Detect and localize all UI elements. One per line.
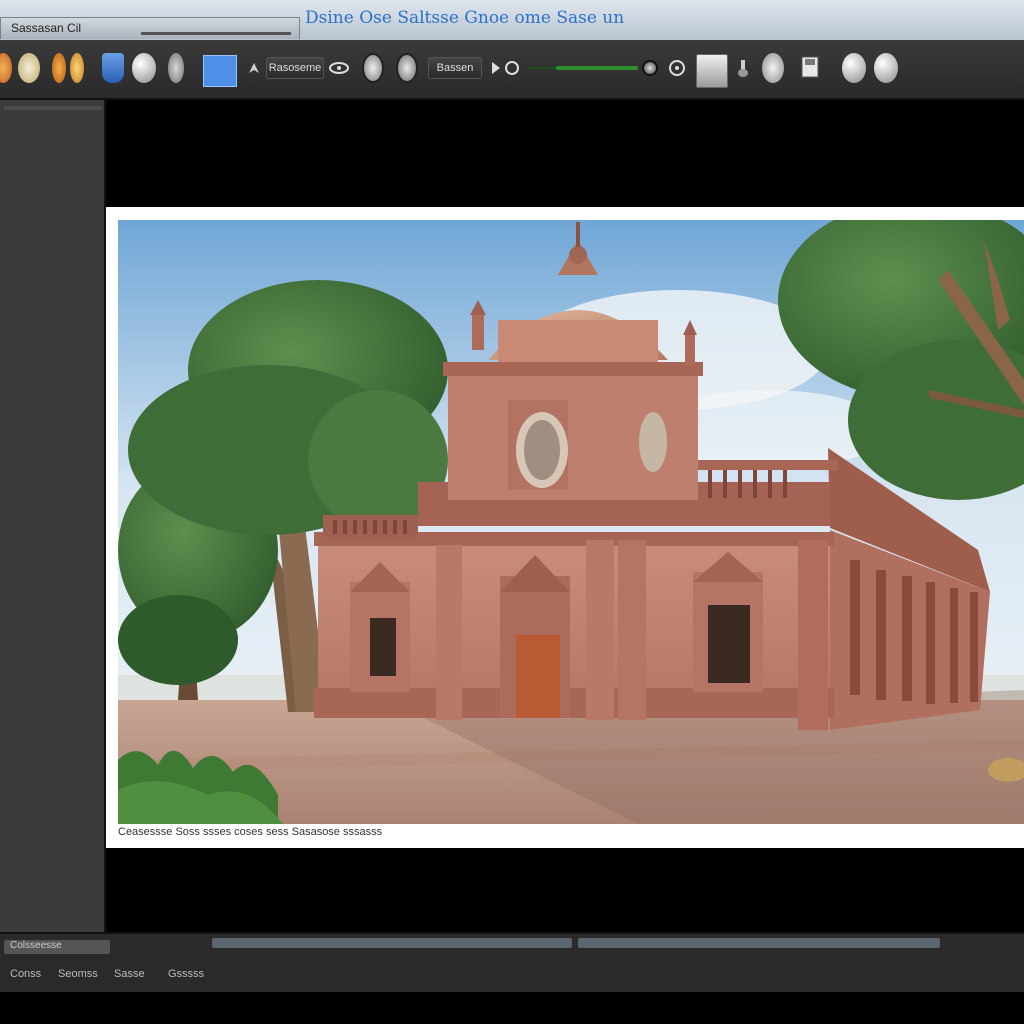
timeline-track-a[interactable]	[212, 938, 572, 948]
status-item-2[interactable]: Sasse	[114, 968, 145, 980]
bottom-strip	[0, 992, 1024, 1024]
timeline-tab[interactable]: Colsseesse	[4, 940, 110, 954]
light-bulb-icon[interactable]	[18, 53, 40, 83]
save-icon[interactable]	[798, 53, 822, 83]
status-item-1[interactable]: Seomss	[58, 968, 98, 980]
app-title: Dsine Ose Saltsse Gnoe ome Sase un	[305, 8, 625, 28]
render-caption: Ceasessse Soss ssses coses sess Sasasose…	[118, 826, 383, 838]
quality-slider[interactable]	[528, 53, 638, 83]
preset-field[interactable]: Bassen	[428, 57, 482, 79]
palette-icon[interactable]	[70, 53, 84, 83]
arrow-tool-icon[interactable]	[246, 53, 262, 83]
status-bar: Colsseesse Conss Seomss Sasse Gsssss	[0, 932, 1024, 992]
settings-icon[interactable]	[842, 53, 866, 83]
shield-icon[interactable]	[102, 53, 124, 83]
rendered-scene	[118, 220, 1024, 824]
status-item-3[interactable]: Gsssss	[168, 968, 204, 980]
target-icon[interactable]	[666, 53, 688, 83]
quality-slider-fill	[556, 66, 638, 70]
panel-header	[4, 106, 102, 110]
help-icon[interactable]	[874, 53, 898, 83]
camera-icon[interactable]	[396, 53, 418, 83]
monitor-icon[interactable]	[696, 54, 728, 88]
timeline-track-b[interactable]	[578, 938, 940, 948]
render-image	[118, 220, 1024, 824]
sphere-icon[interactable]	[132, 53, 156, 83]
bucket-icon[interactable]	[762, 53, 784, 83]
color-picker-icon[interactable]	[52, 53, 66, 83]
blue-frame-icon[interactable]	[203, 55, 237, 87]
left-panel	[0, 100, 106, 932]
orange-swatch-icon[interactable]	[0, 53, 12, 83]
document-tab-label: Sassasan Cil	[11, 21, 82, 35]
tab-progress	[141, 32, 291, 35]
play-icon[interactable]	[488, 53, 522, 83]
timeline-tab-label: Colsseesse	[10, 940, 62, 951]
eye-icon[interactable]	[328, 53, 350, 83]
record-icon[interactable]	[642, 60, 658, 76]
status-item-0[interactable]: Conss	[10, 968, 41, 980]
brush-icon[interactable]	[734, 53, 752, 83]
title-bar: Sassasan Cil Dsine Ose Saltsse Gnoe ome …	[0, 0, 1024, 40]
document-tab[interactable]: Sassasan Cil	[0, 17, 300, 39]
render-settings-field[interactable]: Rasoseme	[266, 57, 324, 79]
globe-icon[interactable]	[362, 53, 384, 83]
main-toolbar: Rasoseme Bassen	[0, 40, 1024, 100]
material-icon[interactable]	[168, 53, 184, 83]
